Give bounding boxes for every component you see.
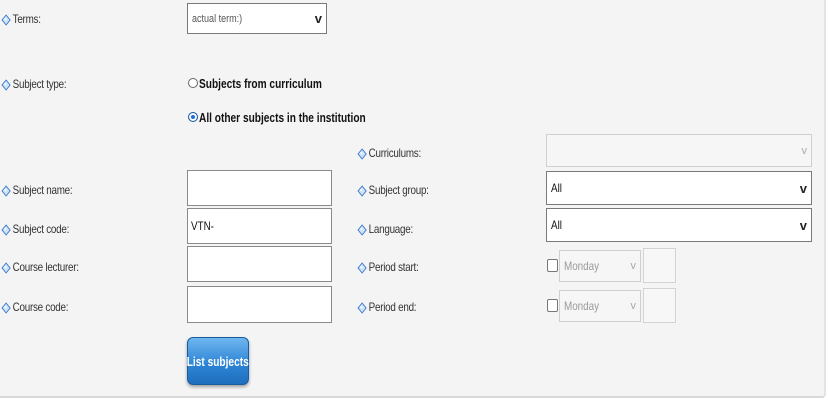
radio-all-other-subjects[interactable]: All other subjects in the institution (188, 107, 413, 127)
subject-group-label: Subject group: (358, 180, 429, 200)
chevron-down-icon: v (801, 144, 808, 157)
chevron-down-icon: v (799, 217, 807, 233)
diamond-bullet-icon (358, 149, 365, 158)
diamond-bullet-icon (358, 303, 365, 312)
period-start-checkbox[interactable] (547, 259, 558, 272)
diamond-bullet-icon (358, 225, 365, 234)
diamond-bullet-icon (2, 225, 9, 234)
diamond-bullet-icon (2, 186, 9, 195)
period-start-time-input[interactable] (643, 248, 676, 283)
period-end-time-input[interactable] (643, 288, 676, 323)
curriculums-label: Curriculums: (358, 143, 422, 163)
terms-select[interactable]: actual term:) v (187, 3, 327, 34)
curriculums-select[interactable]: v (546, 134, 812, 167)
course-lecturer-input[interactable] (187, 246, 332, 282)
radio-subjects-from-curriculum[interactable]: Subjects from curriculum (188, 73, 356, 93)
radio-button[interactable] (188, 78, 198, 88)
terms-label: Terms: (2, 9, 41, 29)
subject-code-input[interactable]: VTN- (187, 208, 332, 244)
chevron-down-icon: v (630, 260, 637, 272)
period-start-label: Period start: (358, 257, 419, 277)
course-code-input[interactable] (187, 286, 332, 323)
diamond-bullet-icon (2, 80, 9, 89)
chevron-down-icon: v (630, 300, 637, 312)
diamond-bullet-icon (2, 263, 9, 272)
subject-name-input[interactable] (187, 170, 332, 206)
list-subjects-button[interactable]: List subjects (187, 337, 249, 385)
period-start-day-select[interactable]: Monday v (559, 250, 641, 282)
radio-button-selected[interactable] (188, 112, 198, 122)
subject-group-select[interactable]: All v (546, 171, 812, 205)
course-code-label: Course code: (2, 297, 69, 317)
subject-name-label: Subject name: (2, 180, 73, 200)
language-label: Language: (358, 219, 414, 239)
search-form-panel: Terms: actual term:) v Subject type: Sub… (0, 0, 826, 398)
diamond-bullet-icon (2, 15, 9, 24)
diamond-bullet-icon (358, 186, 365, 195)
diamond-bullet-icon (2, 303, 9, 312)
subject-code-label: Subject code: (2, 219, 70, 239)
language-select[interactable]: All v (546, 208, 812, 242)
chevron-down-icon: v (799, 180, 807, 196)
course-lecturer-label: Course lecturer: (2, 257, 79, 277)
period-end-day-select[interactable]: Monday v (559, 290, 641, 322)
chevron-down-icon: v (314, 11, 322, 26)
diamond-bullet-icon (358, 263, 365, 272)
period-end-checkbox[interactable] (547, 299, 558, 312)
subject-type-label: Subject type: (2, 74, 67, 94)
period-end-label: Period end: (358, 297, 417, 317)
